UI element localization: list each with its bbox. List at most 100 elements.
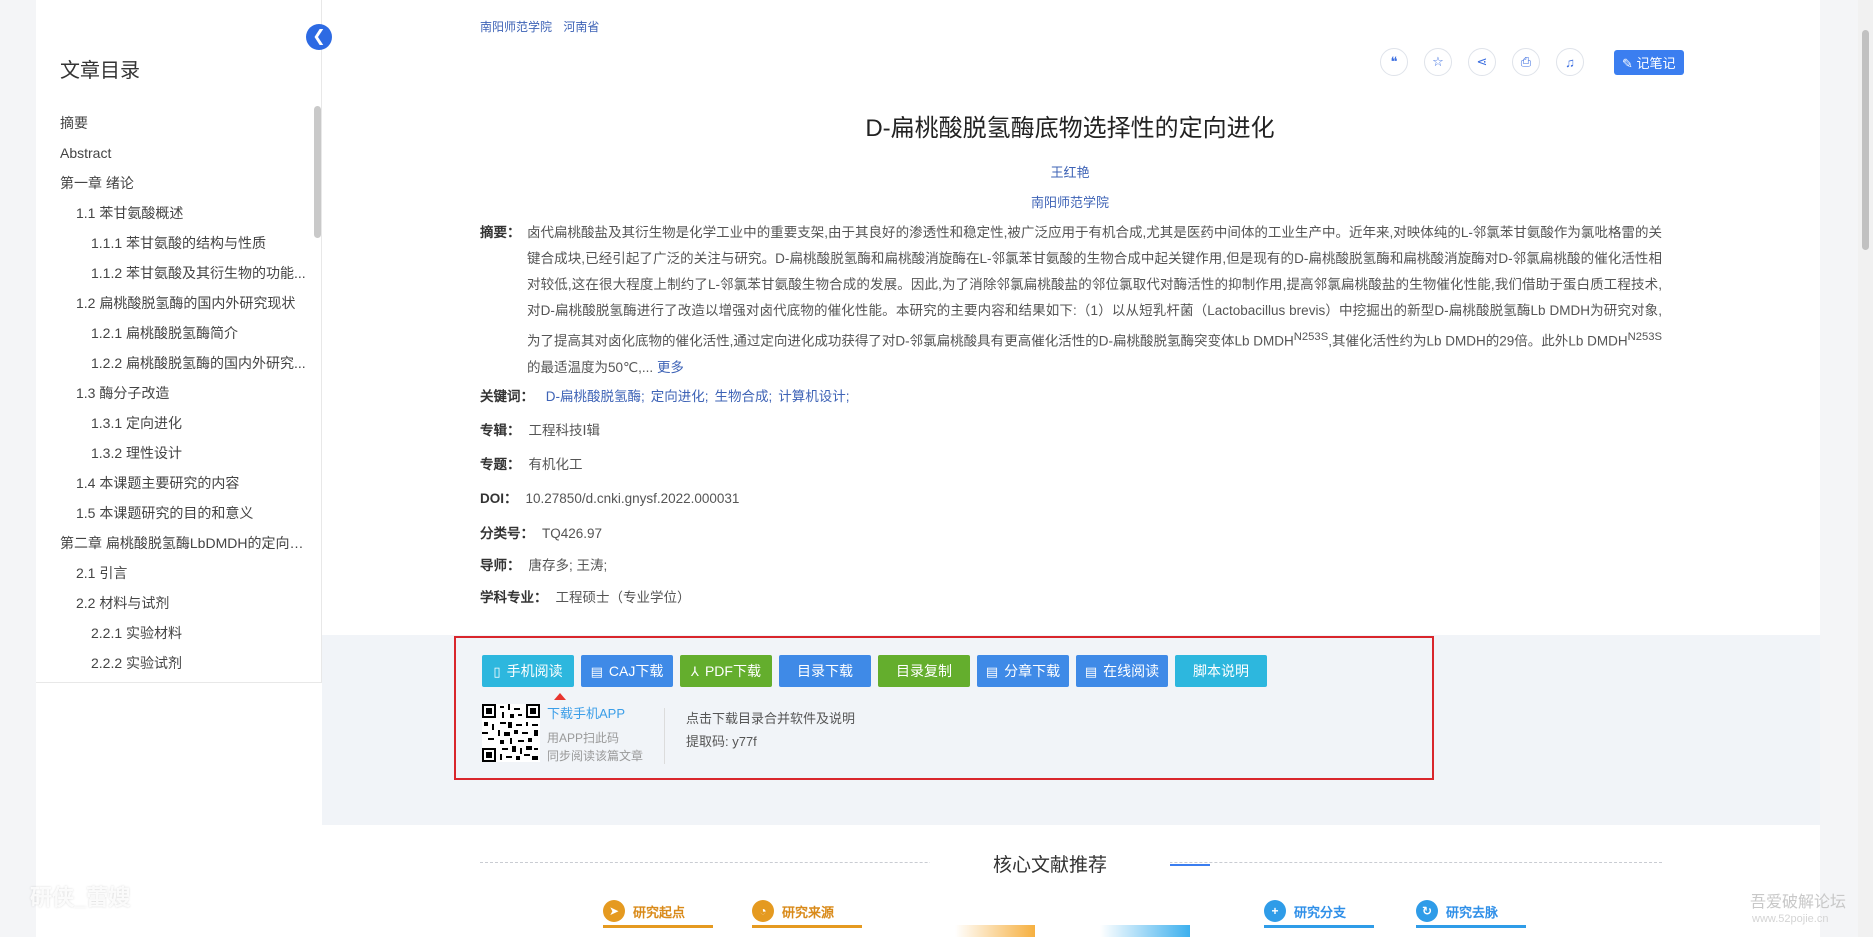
tab-research-start[interactable]: ➤ 研究起点 (603, 897, 713, 928)
keyword-link[interactable]: 计算机设计; (778, 389, 849, 404)
download-buttons: ▯ 手机阅读 ▤ CAJ下载 ⅄ PDF下载 目录下载 目录复制 ▤ 分章下载 ▤ 在线阅读 脚本说明 (482, 655, 1274, 687)
toc-item[interactable]: 2.1 引言 (60, 558, 310, 588)
download-button-3[interactable]: 目录下载 (779, 655, 871, 687)
keywords-label: 关键词： (480, 389, 534, 404)
toc-item[interactable]: 2.2 材料与试剂 (60, 588, 310, 618)
toc-item[interactable]: 第二章 扁桃酸脱氢酶LbDMDH的定向进... (60, 528, 310, 558)
flow-arrow-orange (955, 925, 1035, 937)
flow-arrow-blue (1100, 925, 1190, 937)
toc-item[interactable]: 1.1 苯甘氨酸概述 (60, 198, 310, 228)
download-box: ▯ 手机阅读 ▤ CAJ下载 ⅄ PDF下载 目录下载 目录复制 ▤ 分章下载 ▤ 在线阅读 脚本说明 … (454, 636, 1434, 780)
advisor-value: 唐存多; 王涛; (528, 558, 608, 573)
plus-circle-icon: + (1264, 900, 1286, 922)
app-sync-text: 同步阅读该篇文章 (547, 749, 644, 763)
advisor-row: 导师： 唐存多; 王涛; (480, 558, 608, 573)
keyword-link[interactable]: 定向进化; (651, 389, 709, 404)
institution-link[interactable]: 南阳师范学院 (480, 20, 552, 34)
phone-icon: ▯ (493, 664, 501, 679)
watermark-right: 吾爱破解论坛 (1750, 894, 1847, 911)
toc-title: 文章目录 (60, 60, 140, 82)
article-title: D-扁桃酸脱氢酶底物选择性的定向进化 (865, 115, 1275, 142)
watermark-left: 研侠_蕾嫂 (30, 885, 131, 910)
print-icon[interactable]: ⎙ (1512, 48, 1540, 76)
organization-link[interactable]: 南阳师范学院 (480, 192, 1660, 211)
divider (664, 708, 665, 764)
recommend-accent-right (1170, 864, 1210, 866)
class-value: TQ426.97 (542, 526, 603, 541)
toc-item[interactable]: 1.3 酶分子改造 (60, 378, 310, 408)
download-button-4[interactable]: 目录复制 (878, 655, 970, 687)
refresh-icon: ↻ (1416, 900, 1438, 922)
toc-scrollbar[interactable] (314, 106, 321, 238)
download-button-1[interactable]: ▤ CAJ下载 (581, 655, 673, 687)
pdf-icon: ⅄ (691, 664, 699, 679)
download-button-5[interactable]: ▤ 分章下载 (977, 655, 1069, 687)
page-scrollbar-thumb[interactable] (1862, 30, 1869, 250)
series-row: 专辑： 工程科技Ⅰ辑 (480, 423, 600, 438)
toc-item[interactable]: 2.2.1 实验材料 (60, 618, 310, 648)
toc-item[interactable]: 2.2.2 实验试剂 (60, 648, 310, 678)
app-scan-text: 用APP扫此码 (547, 731, 620, 745)
bell-icon[interactable]: ♫ (1556, 48, 1584, 76)
book-icon: ▤ (985, 664, 999, 679)
toc-list: 摘要 Abstract 第一章 绪论 1.1 苯甘氨酸概述 1.1.1 苯甘氨酸的结构与… (60, 108, 310, 678)
book-icon: ▤ (590, 664, 603, 679)
abstract-text: 卤代扁桃酸盐及其衍生物是化学工业中的重要支架,由于其良好的渗透性和稳定性,被广泛… (527, 225, 1662, 375)
toc-item[interactable]: 1.5 本课题研究的目的和意义 (60, 498, 310, 528)
toc-item[interactable]: 1.4 本课题主要研究的内容 (60, 468, 310, 498)
keywords-row: 关键词： D-扁桃酸脱氢酶; 定向进化; 生物合成; 计算机设计; (480, 385, 856, 405)
toc-item[interactable]: 1.3.2 理性设计 (60, 438, 310, 468)
article-toolbar: ❝ ☆ ⋖ ⎙ ♫ ✎ 记笔记 (1380, 48, 1684, 76)
topic-value: 有机化工 (528, 457, 583, 472)
major-value: 工程硕士（专业学位） (555, 590, 691, 605)
quote-icon[interactable]: ❝ (1380, 48, 1408, 76)
download-app-link[interactable]: 下载手机APP (547, 703, 625, 722)
recommend-title-wrap: 核心文献推荐 (930, 850, 1170, 876)
series-value: 工程科技Ⅰ辑 (528, 423, 600, 438)
recommend-title: 核心文献推荐 (992, 855, 1107, 876)
major-row: 学科专业： 工程硕士（专业学位） (480, 590, 691, 605)
merge-tip: 点击下载目录合并软件及说明 (686, 711, 856, 726)
download-button-7[interactable]: 脚本说明 (1175, 655, 1267, 687)
download-button-6[interactable]: ▤ 在线阅读 (1076, 655, 1168, 687)
toc-item[interactable]: 1.1.1 苯甘氨酸的结构与性质 (60, 228, 310, 258)
class-row: 分类号： TQ426.97 (480, 526, 603, 541)
toc-sidebar: 文章目录 摘要 Abstract 第一章 绪论 1.1 苯甘氨酸概述 1.1.1 苯甘氨… (36, 0, 322, 683)
download-button-2[interactable]: ⅄ PDF下载 (680, 655, 772, 687)
more-link[interactable]: 更多 (657, 360, 684, 375)
keyword-link[interactable]: 生物合成; (715, 389, 773, 404)
toc-item[interactable]: 1.2.2 扁桃酸脱氢酶的国内外研究... (60, 348, 310, 378)
pointer-arrow (554, 693, 566, 700)
watermark-right-url: www.52pojie.cn (1752, 913, 1829, 925)
chevron-left-icon[interactable]: ❮ (306, 24, 332, 50)
toc-item[interactable]: 摘要 (60, 108, 310, 138)
tab-research-trend[interactable]: ↻ 研究去脉 (1416, 897, 1526, 928)
extraction-code: 提取码: y77f (686, 734, 757, 749)
send-icon: ➤ (603, 900, 625, 922)
tab-research-branch[interactable]: + 研究分支 (1264, 897, 1374, 928)
qr-code (482, 704, 540, 762)
affiliation-line: 南阳师范学院 河南省 (480, 18, 607, 35)
province-link[interactable]: 河南省 (563, 20, 599, 34)
tab-research-source[interactable]: ◔ 研究来源 (752, 897, 862, 928)
toc-item[interactable]: 1.1.2 苯甘氨酸及其衍生物的功能... (60, 258, 310, 288)
doi-value: 10.27850/d.cnki.gnysf.2022.000031 (525, 491, 740, 506)
toc-item[interactable]: 第一章 绪论 (60, 168, 310, 198)
topic-row: 专题： 有机化工 (480, 457, 583, 472)
abstract: 摘要： 卤代扁桃酸盐及其衍生物是化学工业中的重要支架,由于其良好的渗透性和稳定性… (480, 220, 1662, 381)
keyword-link[interactable]: D-扁桃酸脱氢酶; (546, 389, 645, 404)
toc-item[interactable]: 1.2.1 扁桃酸脱氢酶简介 (60, 318, 310, 348)
note-button[interactable]: ✎ 记笔记 (1614, 49, 1684, 75)
download-button-0[interactable]: ▯ 手机阅读 (482, 655, 574, 687)
star-icon[interactable]: ☆ (1424, 48, 1452, 76)
author-link[interactable]: 王红艳 (480, 162, 1660, 181)
toc-item[interactable]: 1.2 扁桃酸脱氢酶的国内外研究现状 (60, 288, 310, 318)
toc-item[interactable]: 1.3.1 定向进化 (60, 408, 310, 438)
pie-icon: ◔ (752, 900, 774, 922)
note-button-label: 记笔记 (1636, 55, 1676, 71)
share-icon[interactable]: ⋖ (1468, 48, 1496, 76)
abstract-label: 摘要： (480, 225, 521, 240)
book-icon: ▤ (1084, 664, 1098, 679)
toc-item[interactable]: Abstract (60, 138, 310, 168)
doi-row: DOI： 10.27850/d.cnki.gnysf.2022.000031 (480, 491, 740, 506)
